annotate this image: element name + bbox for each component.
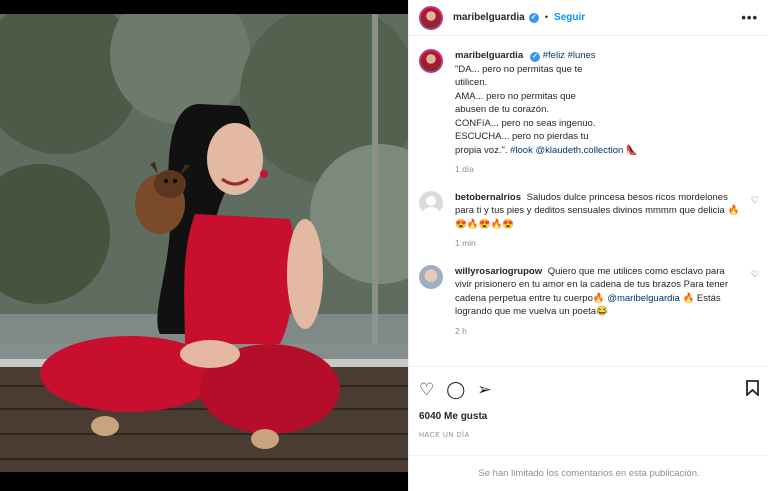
comment-time[interactable]: 1 min (455, 237, 743, 251)
author-avatar[interactable] (419, 5, 443, 30)
like-comment-heart-icon[interactable]: ♡ (751, 195, 759, 206)
posted-ago[interactable]: HACE UN DÍA (419, 432, 759, 439)
caption-line: propia voz.". (455, 144, 508, 156)
post-photo[interactable] (0, 14, 408, 472)
comment-item: betobernalrios Saludos dulce princesa be… (419, 190, 759, 251)
comments-list[interactable]: maribelguardia ✓ #feliz #lunes "DA... per… (409, 37, 768, 365)
caption-end-emoji: 👠 (625, 144, 638, 156)
more-options-icon[interactable]: ••• (741, 10, 758, 25)
likes-count[interactable]: 6040 Me gusta (419, 411, 759, 422)
comments-limited-notice: Se han limitado los comentarios en esta … (409, 455, 768, 491)
comment-mention[interactable]: @maribelguardia (607, 293, 679, 304)
caption-line: AMA... pero no permitas que (455, 90, 576, 102)
post-side-panel: maribelguardia ✓ • Seguir ••• maribelgua… (408, 0, 768, 491)
post-header: maribelguardia ✓ • Seguir ••• (409, 0, 768, 36)
caption-username[interactable]: maribelguardia (455, 50, 523, 61)
like-comment-heart-icon[interactable]: ♡ (751, 269, 759, 280)
caption-line: "DA... pero no permitas que te (455, 63, 583, 75)
caption-line: abusen de tu corazón. (455, 104, 550, 115)
comment-username[interactable]: betobernalrios (455, 192, 521, 203)
commenter-avatar[interactable] (419, 190, 443, 215)
verified-badge-icon: ✓ (528, 12, 539, 23)
caption-time[interactable]: 1 día (455, 163, 743, 177)
caption-end-tags[interactable]: #look @klaudeth.collection (510, 145, 623, 156)
action-icons: ♡ ◯ ➢ (419, 375, 759, 403)
comment-body: betobernalrios Saludos dulce princesa be… (455, 191, 759, 251)
top-black-strip (0, 0, 408, 14)
comment-body: willyrosariogrupow Quiero que me utilice… (455, 265, 759, 339)
caption-hashtags[interactable]: #feliz #lunes (543, 50, 596, 61)
caption-author-avatar[interactable] (419, 49, 443, 73)
author-username[interactable]: maribelguardia (453, 12, 525, 23)
separator-dot: • (544, 12, 549, 23)
bottom-black-strip (0, 472, 408, 491)
caption-entry: maribelguardia ✓ #feliz #lunes "DA... per… (419, 49, 759, 177)
follow-button[interactable]: Seguir (554, 12, 585, 23)
caption-line: ESCUCHA... pero no pierdas tu (455, 131, 589, 142)
comment-item: willyrosariogrupow Quiero que me utilice… (419, 264, 759, 339)
caption-body: maribelguardia ✓ #feliz #lunes "DA... per… (455, 49, 759, 177)
comment-bubble-icon[interactable]: ◯ (446, 381, 465, 398)
caption-line: utilicen. (455, 77, 488, 88)
share-send-icon[interactable]: ➢ (477, 381, 491, 398)
comment-time[interactable]: 2 h (455, 325, 743, 339)
post-photo-illustration (0, 14, 408, 472)
save-bookmark-icon[interactable] (746, 379, 759, 399)
caption-line: CONFíA... pero no seas ingenuo. (455, 117, 596, 129)
comment-username[interactable]: willyrosariogrupow (455, 266, 542, 277)
caption-verified-icon: ✓ (530, 52, 541, 62)
post-actions: ♡ ◯ ➢ 6040 Me gusta HACE UN DÍA (409, 366, 768, 447)
commenter-avatar[interactable] (419, 264, 443, 289)
like-heart-icon[interactable]: ♡ (419, 381, 434, 398)
